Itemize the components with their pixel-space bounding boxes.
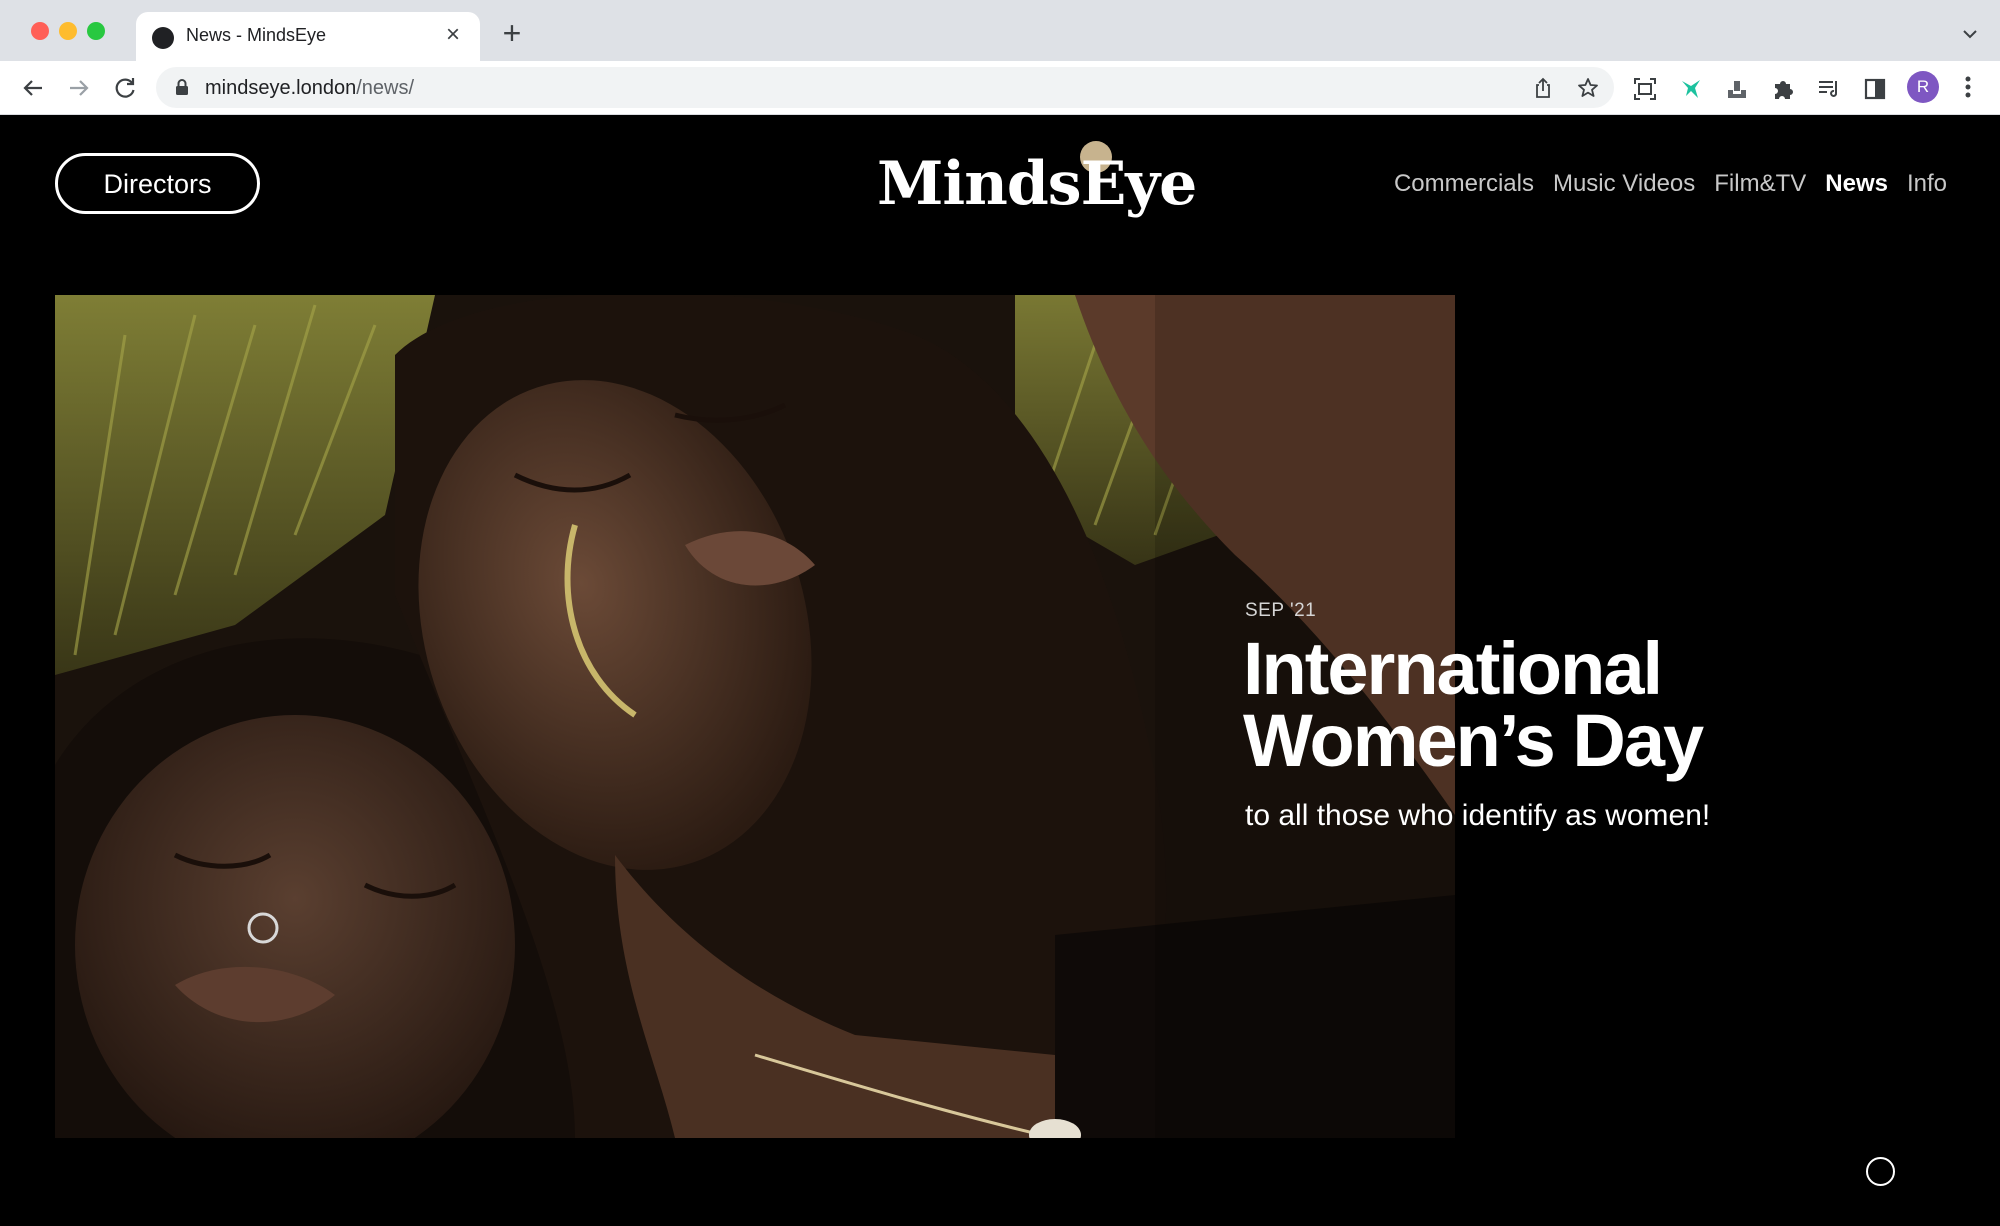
forward-button[interactable] [64,73,94,103]
hummingbird-extension-icon[interactable] [1678,76,1704,102]
share-icon[interactable] [1531,76,1555,100]
back-button[interactable] [18,73,48,103]
tab-title: News - MindsEye [186,25,327,45]
article-title[interactable]: International Women’s Day [1243,627,1943,782]
nav-film-tv[interactable]: Film&TV [1714,170,1806,198]
site-logo[interactable]: MindsEye [877,149,1197,219]
new-tab-button[interactable]: + [496,17,528,50]
side-panel-icon[interactable] [1862,76,1888,102]
address-bar[interactable]: mindseye.london/news/ [156,67,1614,108]
media-queue-icon[interactable] [1816,76,1842,102]
arrow-left-icon [23,80,42,96]
url-text: mindseye.london/news/ [205,77,414,100]
close-window-button[interactable] [31,22,49,40]
directors-button[interactable]: Directors [55,153,260,214]
article-title-line-1: International [1243,627,1663,710]
main-nav: Commercials Music Videos Film&TV News In… [1394,170,1947,198]
bookmark-star-icon[interactable] [1576,76,1600,100]
reload-icon [115,78,135,98]
nav-news[interactable]: News [1825,170,1888,198]
article-date: SEP '21 [1245,600,1317,621]
url-host: mindseye.london [205,77,357,99]
url-path: /news/ [356,77,415,99]
nav-commercials[interactable]: Commercials [1394,170,1534,198]
more-options-icon[interactable] [1958,72,1978,102]
browser-tab-bar: News - MindsEye × + [0,0,2000,61]
download-tray-extension-icon[interactable] [1724,76,1750,102]
nav-music-videos[interactable]: Music Videos [1553,170,1695,198]
article-title-line-2: Women’s Day [1243,699,1704,782]
nav-info[interactable]: Info [1907,170,1947,198]
tab-close-button[interactable]: × [440,22,466,48]
chevron-down-icon[interactable] [1958,22,1982,46]
puzzle-extensions-icon[interactable] [1770,76,1796,102]
arrow-right-icon [70,80,89,96]
reload-button[interactable] [110,73,140,103]
lock-icon [176,79,188,95]
browser-tab-active[interactable]: News - MindsEye × [136,12,480,61]
page-content: Directors MindsEye Commercials Music Vid… [0,115,2000,1226]
minimize-window-button[interactable] [59,22,77,40]
browser-toolbar: mindseye.london/news/ [0,61,2000,115]
profile-avatar[interactable]: R [1907,71,1939,103]
maximize-window-button[interactable] [87,22,105,40]
favicon-icon [152,27,174,49]
article-subtitle: to all those who identify as women! [1245,799,1711,832]
cursor-ring-icon [1866,1157,1895,1186]
screenshot-extension-icon[interactable] [1632,76,1658,102]
